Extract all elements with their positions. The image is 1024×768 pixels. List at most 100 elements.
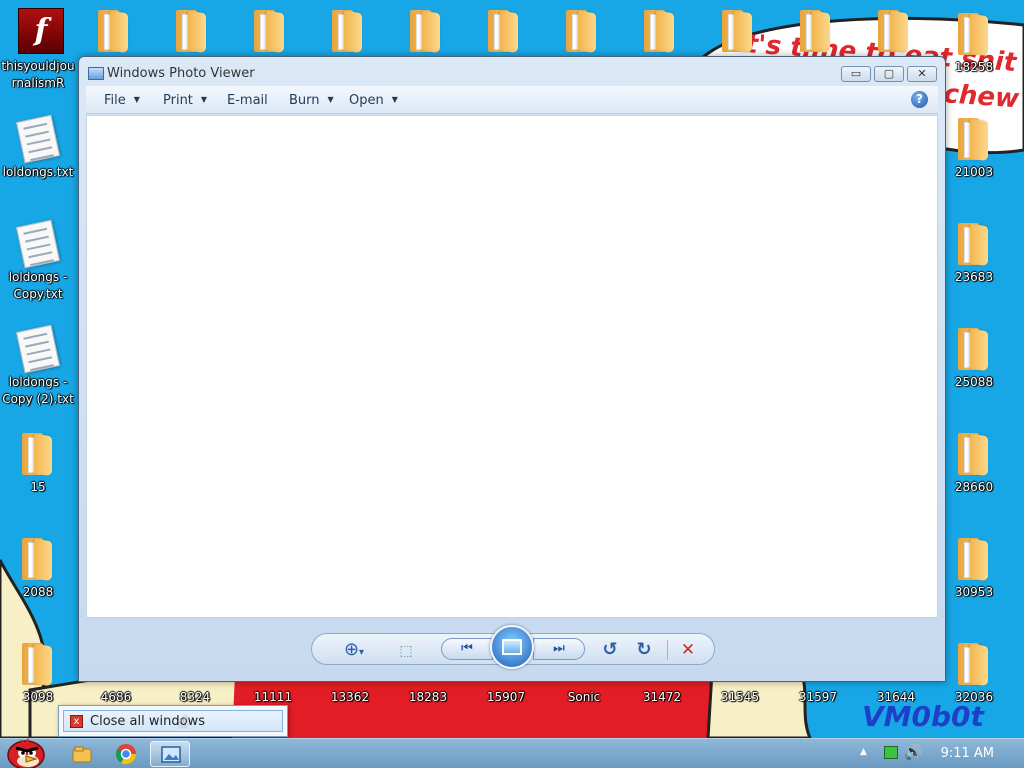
explorer-folder-icon bbox=[72, 746, 92, 763]
taskbar-chrome-button[interactable] bbox=[106, 741, 146, 767]
desktop-icon-label: 4686 bbox=[100, 690, 132, 704]
desktop-folder-top[interactable] bbox=[232, 0, 308, 56]
fit-to-window-icon: ⬚ bbox=[399, 643, 413, 659]
desktop-icon-flash[interactable]: f thisyouldjournalismR bbox=[0, 0, 76, 100]
close-all-windows-item[interactable]: x Close all windows bbox=[63, 710, 283, 732]
chevron-down-icon: ▼ bbox=[327, 95, 334, 104]
tray-overflow-icon[interactable]: ▲ bbox=[860, 747, 867, 757]
desktop-icon-label: 25088 bbox=[954, 375, 994, 389]
menu-label: Burn bbox=[289, 93, 320, 108]
desktop-folder-23683[interactable]: 23683 bbox=[936, 213, 1012, 313]
taskbar-explorer-button[interactable] bbox=[62, 741, 102, 767]
chevron-down-icon: ▾ bbox=[359, 647, 365, 658]
menu-email[interactable]: E-mail bbox=[227, 93, 268, 108]
desktop-folder-top[interactable] bbox=[700, 0, 776, 56]
desktop-folder-top[interactable] bbox=[154, 0, 230, 56]
desktop-icon-label: 11111 bbox=[253, 690, 293, 704]
desktop-icon-loldongs-copy-2[interactable]: loldongs - Copy (2).txt bbox=[0, 318, 76, 418]
desktop-folder-top[interactable] bbox=[622, 0, 698, 56]
taskbar: ▲ 🔊 9:11 AM bbox=[0, 737, 1024, 768]
play-slideshow-button[interactable] bbox=[490, 625, 534, 669]
rotate-counterclockwise-button[interactable]: ↺ bbox=[598, 639, 622, 661]
chevron-down-icon: ▼ bbox=[391, 95, 398, 104]
volume-icon: 🔊 bbox=[904, 743, 923, 761]
rotate-clockwise-button[interactable]: ↻ bbox=[632, 639, 656, 661]
chevron-down-icon: ▼ bbox=[200, 95, 208, 104]
desktop-icon-loldongs-copy[interactable]: loldongs - Copy.txt bbox=[0, 213, 76, 313]
folder-icon bbox=[644, 10, 674, 54]
desktop-folder-21003[interactable]: 21003 bbox=[936, 108, 1012, 208]
menu-open[interactable]: Open ▼ bbox=[349, 93, 398, 108]
minimize-icon: ▭ bbox=[850, 67, 862, 80]
actual-size-button[interactable]: ⬚ bbox=[394, 639, 418, 661]
text-file-icon bbox=[16, 219, 60, 269]
desktop-folder-30953[interactable]: 30953 bbox=[936, 528, 1012, 628]
folder-icon bbox=[958, 13, 988, 57]
folder-icon bbox=[958, 538, 988, 582]
desktop-icon-label: 31597 bbox=[798, 690, 838, 704]
desktop-icon-label: Sonic bbox=[567, 690, 601, 704]
desktop-folder-top[interactable] bbox=[466, 0, 542, 56]
close-icon: ✕ bbox=[917, 67, 927, 80]
zoom-button[interactable]: ⊕▾ bbox=[338, 639, 370, 661]
desktop-icon-label: 18258 bbox=[954, 60, 994, 74]
previous-button[interactable]: ⏮ bbox=[441, 638, 493, 660]
desktop-icon-loldongs[interactable]: loldongs.txt bbox=[0, 108, 76, 208]
delete-button[interactable]: ✕ bbox=[676, 639, 700, 661]
desktop-icon-label: loldongs - Copy.txt bbox=[8, 270, 68, 301]
angry-bird-icon bbox=[7, 737, 45, 768]
desktop-icon-label: thisyouldjournalismR bbox=[1, 59, 75, 90]
desktop-icon-label: loldongs.txt bbox=[2, 165, 74, 179]
menu-print[interactable]: Print ▼ bbox=[163, 93, 207, 108]
taskbar-photo-viewer-button[interactable] bbox=[150, 741, 190, 767]
previous-icon: ⏮ bbox=[461, 641, 473, 656]
desktop-folder-top[interactable] bbox=[856, 0, 932, 56]
start-button[interactable] bbox=[2, 731, 48, 768]
desktop-folder-18258[interactable]: 18258 bbox=[936, 3, 1012, 103]
photo-viewer-window[interactable]: Windows Photo Viewer ▭ ▢ ✕ File ▼ Print ▼ … bbox=[78, 56, 946, 682]
folder-icon bbox=[254, 10, 284, 54]
desktop-icon-label: 13362 bbox=[330, 690, 370, 704]
help-icon[interactable]: ? bbox=[911, 91, 928, 108]
desktop-folder-15[interactable]: 15 bbox=[0, 423, 76, 523]
folder-icon bbox=[566, 10, 596, 54]
desktop-folder-32036[interactable]: 32036 bbox=[936, 633, 1012, 733]
slideshow-icon bbox=[502, 639, 522, 655]
folder-icon bbox=[958, 433, 988, 477]
maximize-button[interactable]: ▢ bbox=[874, 66, 904, 82]
desktop-folder-top[interactable] bbox=[388, 0, 464, 56]
folder-icon bbox=[22, 643, 52, 687]
speaker-icon[interactable]: 🔊 bbox=[904, 743, 923, 761]
desktop-folder-top[interactable] bbox=[778, 0, 854, 56]
folder-icon bbox=[958, 118, 988, 162]
menu-label: E-mail bbox=[227, 93, 268, 108]
next-button[interactable]: ⏭ bbox=[533, 638, 585, 660]
delete-icon: ✕ bbox=[680, 640, 696, 660]
folder-icon bbox=[800, 10, 830, 54]
network-icon[interactable] bbox=[884, 746, 898, 759]
minimize-button[interactable]: ▭ bbox=[841, 66, 871, 82]
desktop-folder-top[interactable] bbox=[544, 0, 620, 56]
desktop-folder-top[interactable] bbox=[310, 0, 386, 56]
desktop-folder-top[interactable] bbox=[76, 0, 152, 56]
desktop-icon-label: 21003 bbox=[954, 165, 994, 179]
folder-icon bbox=[958, 223, 988, 267]
desktop-icon-label: 31644 bbox=[876, 690, 916, 704]
desktop-folder-2088[interactable]: 2088 bbox=[0, 528, 76, 628]
chrome-icon bbox=[115, 744, 137, 765]
desktop-icon-label: 31472 bbox=[642, 690, 682, 704]
photo-viewer-app-icon bbox=[88, 67, 104, 80]
flash-icon: f bbox=[18, 8, 64, 54]
close-window-button[interactable]: ✕ bbox=[907, 66, 937, 82]
folder-icon bbox=[410, 10, 440, 54]
menu-label: File bbox=[104, 93, 126, 108]
desktop-icon-label: 3098 bbox=[22, 690, 54, 704]
folder-icon bbox=[22, 538, 52, 582]
menu-file[interactable]: File ▼ bbox=[104, 93, 140, 108]
text-file-icon bbox=[16, 324, 60, 374]
taskbar-clock[interactable]: 9:11 AM bbox=[941, 746, 994, 761]
menu-burn[interactable]: Burn ▼ bbox=[289, 93, 334, 108]
folder-icon bbox=[332, 10, 362, 54]
desktop-folder-25088[interactable]: 25088 bbox=[936, 318, 1012, 418]
desktop-folder-28660[interactable]: 28660 bbox=[936, 423, 1012, 523]
